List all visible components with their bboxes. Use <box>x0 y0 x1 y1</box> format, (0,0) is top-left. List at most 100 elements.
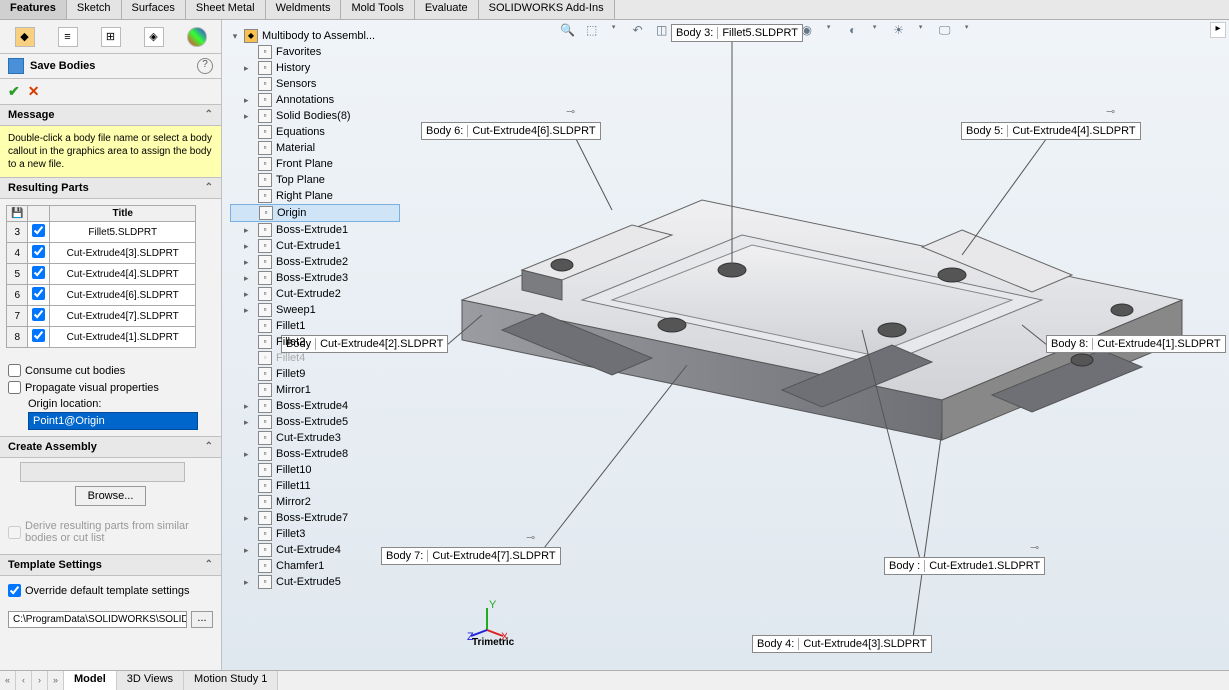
tab-prev-icon[interactable]: ‹ <box>16 671 32 690</box>
tab-last-icon[interactable]: » <box>48 671 64 690</box>
section-view-icon[interactable]: ◫ <box>653 22 671 40</box>
table-row[interactable]: 8 Cut-Extrude4[1].SLDPRT <box>7 327 196 348</box>
row-checkbox[interactable] <box>32 245 45 258</box>
apply-scene-icon[interactable]: ☀ <box>890 22 908 40</box>
pm-tab-feature-icon[interactable]: ◆ <box>15 27 35 47</box>
dropdown-icon[interactable]: ▾ <box>605 22 623 40</box>
tab-evaluate[interactable]: Evaluate <box>415 0 479 19</box>
ftree-item[interactable]: ▫Fillet9 <box>230 366 400 382</box>
ftree-item[interactable]: ▫Chamfer1 <box>230 558 400 574</box>
callout-body3[interactable]: Body 3:Fillet5.SLDPRT <box>671 24 803 42</box>
pm-tab-list-icon[interactable]: ≡ <box>58 27 78 47</box>
row-checkbox[interactable] <box>32 308 45 321</box>
expand-icon[interactable]: ▸ <box>244 225 254 236</box>
ftree-item[interactable]: ▫Fillet2 <box>230 334 400 350</box>
ftree-item[interactable]: ▸▫Boss-Extrude3 <box>230 270 400 286</box>
previous-view-icon[interactable]: ↶ <box>629 22 647 40</box>
btm-tab-3dviews[interactable]: 3D Views <box>117 671 184 690</box>
row-checkbox[interactable] <box>32 266 45 279</box>
expand-icon[interactable]: ▸ <box>244 241 254 252</box>
table-row[interactable]: 3 Fillet5.SLDPRT <box>7 222 196 243</box>
resulting-parts-header[interactable]: Resulting Parts ⌃ <box>0 177 221 199</box>
origin-location-input[interactable] <box>28 412 198 430</box>
override-template-checkbox[interactable] <box>8 584 21 597</box>
ftree-item[interactable]: ▸▫Cut-Extrude5 <box>230 574 400 590</box>
table-row[interactable]: 4 Cut-Extrude4[3].SLDPRT <box>7 243 196 264</box>
tab-first-icon[interactable]: « <box>0 671 16 690</box>
expand-icon[interactable]: ▸ <box>244 449 254 460</box>
ftree-item[interactable]: ▫Fillet10 <box>230 462 400 478</box>
row-title[interactable]: Cut-Extrude4[1].SLDPRT <box>50 327 196 348</box>
view-triad[interactable]: Y X Z <box>467 600 507 640</box>
dropdown-icon[interactable]: ▾ <box>912 22 930 40</box>
ftree-item[interactable]: ▫Mirror2 <box>230 494 400 510</box>
collapse-icon[interactable]: ▾ <box>230 31 240 41</box>
callout-body6[interactable]: Body 6:Cut-Extrude4[6].SLDPRT <box>421 122 601 140</box>
pm-tab-appearance-icon[interactable] <box>187 27 207 47</box>
template-path-input[interactable]: C:\ProgramData\SOLIDWORKS\SOLID <box>8 611 187 628</box>
title-column[interactable]: Title <box>50 206 196 222</box>
ftree-item[interactable]: ▫Mirror1 <box>230 382 400 398</box>
cancel-button[interactable]: ✕ <box>28 83 40 100</box>
btm-tab-model[interactable]: Model <box>64 671 117 690</box>
ftree-item[interactable]: ▫Fillet3 <box>230 526 400 542</box>
expand-icon[interactable]: ▸ <box>244 305 254 316</box>
ftree-item[interactable]: ▫Favorites <box>230 44 400 60</box>
expand-icon[interactable]: ▸ <box>244 63 254 74</box>
tab-sketch[interactable]: Sketch <box>67 0 122 19</box>
row-title[interactable]: Fillet5.SLDPRT <box>50 222 196 243</box>
callout-body7[interactable]: Body 7:Cut-Extrude4[7].SLDPRT <box>381 547 561 565</box>
ftree-item[interactable]: ▫Material <box>230 140 400 156</box>
view-settings-icon[interactable]: 🖵 <box>936 22 954 40</box>
dropdown-icon[interactable]: ▾ <box>958 22 976 40</box>
propagate-checkbox[interactable] <box>8 381 21 394</box>
assembly-path-input[interactable] <box>20 462 185 482</box>
message-header[interactable]: Message ⌃ <box>0 104 221 126</box>
edit-appearance-icon[interactable]: ◐ <box>844 22 862 40</box>
tab-moldtools[interactable]: Mold Tools <box>341 0 414 19</box>
expand-icon[interactable]: ▸ <box>244 577 254 588</box>
ftree-item[interactable]: ▫Origin <box>230 204 400 222</box>
template-browse-button[interactable]: ... <box>191 611 213 628</box>
ftree-item[interactable]: ▫Top Plane <box>230 172 400 188</box>
ok-button[interactable]: ✔ <box>8 83 20 100</box>
expand-icon[interactable]: ▸ <box>244 95 254 106</box>
dropdown-icon[interactable]: ▾ <box>820 22 838 40</box>
tab-surfaces[interactable]: Surfaces <box>122 0 186 19</box>
tab-features[interactable]: Features <box>0 0 67 19</box>
tab-addins[interactable]: SOLIDWORKS Add-Ins <box>479 0 615 19</box>
expand-icon[interactable]: ▸ <box>244 257 254 268</box>
browse-button[interactable]: Browse... <box>75 486 147 506</box>
table-row[interactable]: 7 Cut-Extrude4[7].SLDPRT <box>7 306 196 327</box>
ftree-item[interactable]: ▸▫Boss-Extrude5 <box>230 414 400 430</box>
expand-icon[interactable]: ▸ <box>244 401 254 412</box>
ftree-item[interactable]: ▸▫Solid Bodies(8) <box>230 108 400 124</box>
ftree-item[interactable]: ▫Cut-Extrude3 <box>230 430 400 446</box>
ftree-item[interactable]: ▫Front Plane <box>230 156 400 172</box>
save-col-icon[interactable]: 💾 <box>7 206 28 222</box>
pm-tab-config-icon[interactable]: ⊞ <box>101 27 121 47</box>
table-row[interactable]: 6 Cut-Extrude4[6].SLDPRT <box>7 285 196 306</box>
ftree-item[interactable]: ▸▫Boss-Extrude8 <box>230 446 400 462</box>
help-icon[interactable]: ? <box>197 58 213 74</box>
pm-tab-display-icon[interactable]: ◈ <box>144 27 164 47</box>
ftree-item[interactable]: ▫Fillet11 <box>230 478 400 494</box>
pin-icon[interactable]: ⊸ <box>1030 541 1042 553</box>
expand-icon[interactable]: ▸ <box>244 545 254 556</box>
row-checkbox[interactable] <box>32 287 45 300</box>
zoom-area-icon[interactable]: ⬚ <box>583 22 601 40</box>
ftree-item[interactable]: ▫Equations <box>230 124 400 140</box>
expand-icon[interactable]: ▸ <box>244 513 254 524</box>
ftree-item[interactable]: ▸▫Boss-Extrude2 <box>230 254 400 270</box>
ftree-item[interactable]: ▫Sensors <box>230 76 400 92</box>
expand-icon[interactable]: ▸ <box>244 111 254 122</box>
btm-tab-motion[interactable]: Motion Study 1 <box>184 671 278 690</box>
callout-body4[interactable]: Body 4:Cut-Extrude4[3].SLDPRT <box>752 635 932 653</box>
ftree-item[interactable]: ▸▫Cut-Extrude2 <box>230 286 400 302</box>
row-title[interactable]: Cut-Extrude4[6].SLDPRT <box>50 285 196 306</box>
ftree-item[interactable]: ▸▫History <box>230 60 400 76</box>
ftree-item[interactable]: ▸▫Boss-Extrude1 <box>230 222 400 238</box>
ftree-item[interactable]: ▸▫Annotations <box>230 92 400 108</box>
ftree-item[interactable]: ▸▫Sweep1 <box>230 302 400 318</box>
row-title[interactable]: Cut-Extrude4[3].SLDPRT <box>50 243 196 264</box>
